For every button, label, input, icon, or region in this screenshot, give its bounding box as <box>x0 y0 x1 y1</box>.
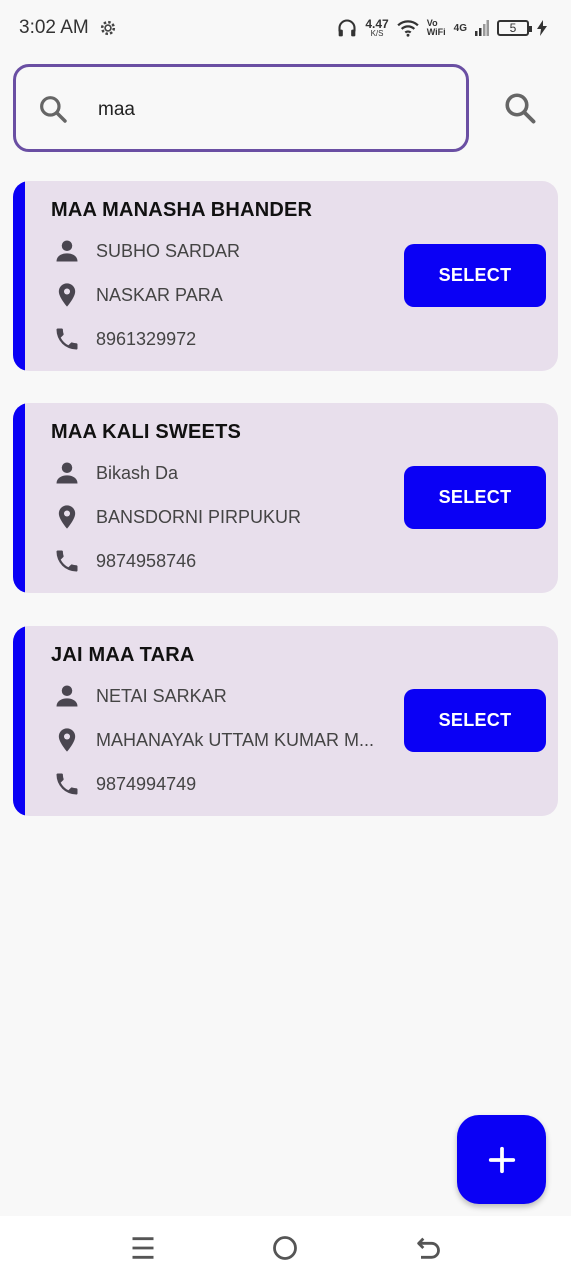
search-box[interactable] <box>13 64 469 152</box>
vowifi-indicator: Vo WiFi <box>426 18 446 37</box>
owner-name: SUBHO SARDAR <box>96 240 241 261</box>
menu-icon[interactable] <box>129 1234 157 1262</box>
search-icon <box>40 96 67 123</box>
person-icon <box>56 240 78 262</box>
card-accent-bar <box>13 181 25 371</box>
owner-name: NETAI SARKAR <box>96 685 227 706</box>
shop-card[interactable]: MAA KALI SWEETS Bikash Da BANSDORNI PIRP… <box>13 403 558 593</box>
shop-name: JAI MAA TARA <box>51 644 195 666</box>
select-button[interactable]: SELECT <box>404 689 546 752</box>
headphones-icon <box>338 19 356 37</box>
battery-icon: 5 <box>497 20 532 36</box>
address-row: MAHANAYAk UTTAM KUMAR M... <box>53 725 374 755</box>
search-input[interactable] <box>96 89 440 131</box>
home-icon[interactable] <box>271 1234 299 1262</box>
add-shop-button[interactable] <box>457 1115 546 1204</box>
signal-icon <box>475 20 489 36</box>
phone-row: 9874958746 <box>53 546 196 576</box>
phone-number: 9874994749 <box>96 773 197 794</box>
select-button[interactable]: SELECT <box>404 244 546 307</box>
person-icon <box>56 685 78 707</box>
owner-row: SUBHO SARDAR <box>53 236 240 266</box>
wifi-icon <box>397 20 419 37</box>
owner-row: NETAI SARKAR <box>53 681 227 711</box>
charging-icon <box>537 20 547 36</box>
card-accent-bar <box>13 403 25 593</box>
phone-row: 8961329972 <box>53 324 196 354</box>
phone-number: 9874958746 <box>96 550 197 571</box>
location-pin-icon <box>58 728 76 752</box>
shop-card[interactable]: MAA MANASHA BHANDER SUBHO SARDAR NASKAR … <box>13 181 558 371</box>
person-icon <box>56 462 78 484</box>
location-pin-icon <box>58 283 76 307</box>
shop-card[interactable]: JAI MAA TARA NETAI SARKAR MAHANAYAk UTTA… <box>13 626 558 816</box>
back-icon[interactable] <box>414 1234 442 1262</box>
address-row: BANSDORNI PIRPUKUR <box>53 502 301 532</box>
shop-name: MAA KALI SWEETS <box>51 421 242 443</box>
address-row: NASKAR PARA <box>53 280 223 310</box>
phone-row: 9874994749 <box>53 769 196 799</box>
status-indicators: 4.47 K/S Vo WiFi 4G 5 <box>337 14 547 42</box>
phone-icon <box>56 550 78 572</box>
card-accent-bar <box>13 626 25 816</box>
search-button-icon[interactable] <box>502 90 538 126</box>
net-speed: 4.47 K/S <box>365 17 389 38</box>
address: NASKAR PARA <box>96 284 223 305</box>
system-nav-bar <box>0 1216 571 1280</box>
shop-name: MAA MANASHA BHANDER <box>51 199 313 221</box>
owner-row: Bikash Da <box>53 458 178 488</box>
phone-icon <box>56 328 78 350</box>
gear-icon <box>100 20 116 36</box>
location-pin-icon <box>58 505 76 529</box>
status-bar: 3:02 AM 4.47 K/S Vo WiFi 4G 5 <box>0 0 571 56</box>
phone-icon <box>56 773 78 795</box>
status-time: 3:02 AM <box>19 17 89 38</box>
phone-number: 8961329972 <box>96 328 197 349</box>
network-type: 4G <box>453 22 467 34</box>
owner-name: Bikash Da <box>96 462 179 483</box>
address: MAHANAYAk UTTAM KUMAR M... <box>96 729 375 750</box>
plus-icon <box>488 1146 515 1173</box>
address: BANSDORNI PIRPUKUR <box>96 506 302 527</box>
select-button[interactable]: SELECT <box>404 466 546 529</box>
